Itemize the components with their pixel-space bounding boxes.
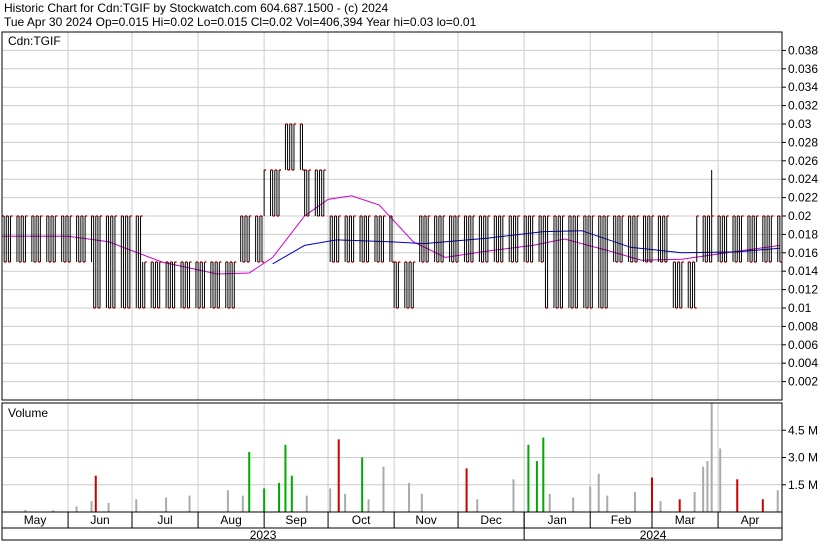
volume-bar	[535, 461, 538, 512]
volume-bar	[248, 452, 251, 512]
symbol-label: Cdn:TGIF	[8, 34, 61, 48]
volume-bar	[678, 499, 681, 512]
price-tick-label: 0.004	[788, 356, 818, 370]
volume-bar	[382, 466, 385, 512]
month-label: Apr	[741, 513, 760, 527]
month-label: Jun	[90, 513, 109, 527]
volume-tick-label: 4.5 M	[788, 423, 818, 437]
price-tick-label: 0.018	[788, 227, 818, 241]
volume-bar	[290, 475, 293, 512]
volume-bar	[548, 493, 551, 512]
month-label: Jan	[547, 513, 566, 527]
price-tick-label: 0.034	[788, 80, 818, 94]
volume-bar	[90, 501, 93, 512]
price-tick-label: 0.03	[788, 117, 812, 131]
stock-chart: 0.038 0.036 0.034 0.032 0.03 0.028 0.026 0.024 0…	[1, 31, 818, 542]
volume-bar	[542, 437, 545, 512]
price-tick-label: 0.028	[788, 135, 818, 149]
price-tick-label: 0.008	[788, 319, 818, 333]
volume-bar	[367, 499, 370, 512]
volume-bar	[408, 482, 411, 512]
price-tick-label: 0.026	[788, 154, 818, 168]
volume-bar	[361, 457, 364, 512]
price-tick-label: 0.024	[788, 172, 818, 186]
volume-bar	[776, 490, 779, 512]
volume-bar	[706, 461, 709, 512]
volume-bar	[710, 403, 713, 512]
volume-bar	[135, 499, 138, 512]
month-label: Mar	[675, 513, 696, 527]
volume-bar	[263, 488, 266, 512]
volume-tick-label: 1.5 M	[788, 478, 818, 492]
volume-bar	[719, 448, 722, 512]
volume-bar	[94, 475, 97, 512]
month-label: Aug	[220, 513, 241, 527]
volume-bar	[589, 486, 592, 512]
volume-bar	[284, 444, 287, 512]
price-tick-label: 0.006	[788, 338, 818, 352]
chart-page: Historic Chart for Cdn:TGIF by Stockwatc…	[0, 0, 830, 543]
month-label: Dec	[480, 513, 501, 527]
month-label: Nov	[415, 513, 436, 527]
volume-bar	[527, 444, 530, 512]
volume-bar	[465, 468, 468, 512]
price-tick-label: 0.014	[788, 264, 818, 278]
volume-bar	[633, 492, 636, 512]
volume-bar	[165, 497, 168, 512]
price-tick-label: 0.02	[788, 209, 812, 223]
month-label: Oct	[352, 513, 371, 527]
volume-bar	[188, 495, 191, 512]
volume-bar	[305, 495, 308, 512]
volume-bar	[241, 495, 244, 512]
month-label: Sep	[285, 513, 307, 527]
volume-bar	[329, 488, 332, 512]
volume-bar	[761, 499, 764, 512]
price-tick-label: 0.002	[788, 375, 818, 389]
volume-label: Volume	[8, 406, 48, 420]
month-axis-frame	[1, 511, 783, 529]
volume-bar	[572, 497, 575, 512]
year-label: 2023	[250, 528, 277, 542]
volume-bar	[702, 466, 705, 512]
gridlines	[2, 32, 782, 512]
volume-bar	[476, 499, 479, 512]
volume-bar	[512, 479, 515, 512]
volume-tick-label: 3.0 M	[788, 451, 818, 465]
volume-bar	[75, 506, 78, 512]
year-label: 2024	[640, 528, 667, 542]
price-tick-label: 0.036	[788, 62, 818, 76]
volume-bar	[651, 477, 653, 512]
volume-bar	[693, 492, 696, 512]
price-tick-label: 0.032	[788, 99, 818, 113]
month-label: Feb	[611, 513, 632, 527]
volume-bar	[736, 479, 739, 512]
axes: 0.038 0.036 0.034 0.032 0.03 0.028 0.026 0.024 0…	[1, 31, 818, 542]
volume-bar	[226, 490, 229, 512]
month-label: May	[24, 513, 47, 527]
volume-bar	[107, 502, 110, 512]
price-tick-label: 0.012	[788, 283, 818, 297]
volume-bar	[659, 501, 662, 512]
volume-bar	[606, 495, 609, 512]
price-tick-label: 0.038	[788, 43, 818, 57]
volume-bar	[337, 439, 340, 512]
price-tick-label: 0.022	[788, 191, 818, 205]
price-tick-label: 0.01	[788, 301, 812, 315]
price-tick-label: 0.016	[788, 246, 818, 260]
volume-bar	[420, 493, 423, 512]
volume-bar	[278, 482, 281, 512]
volume-bar	[344, 493, 347, 512]
volume-bar	[597, 473, 600, 512]
month-label: Jul	[157, 513, 172, 527]
